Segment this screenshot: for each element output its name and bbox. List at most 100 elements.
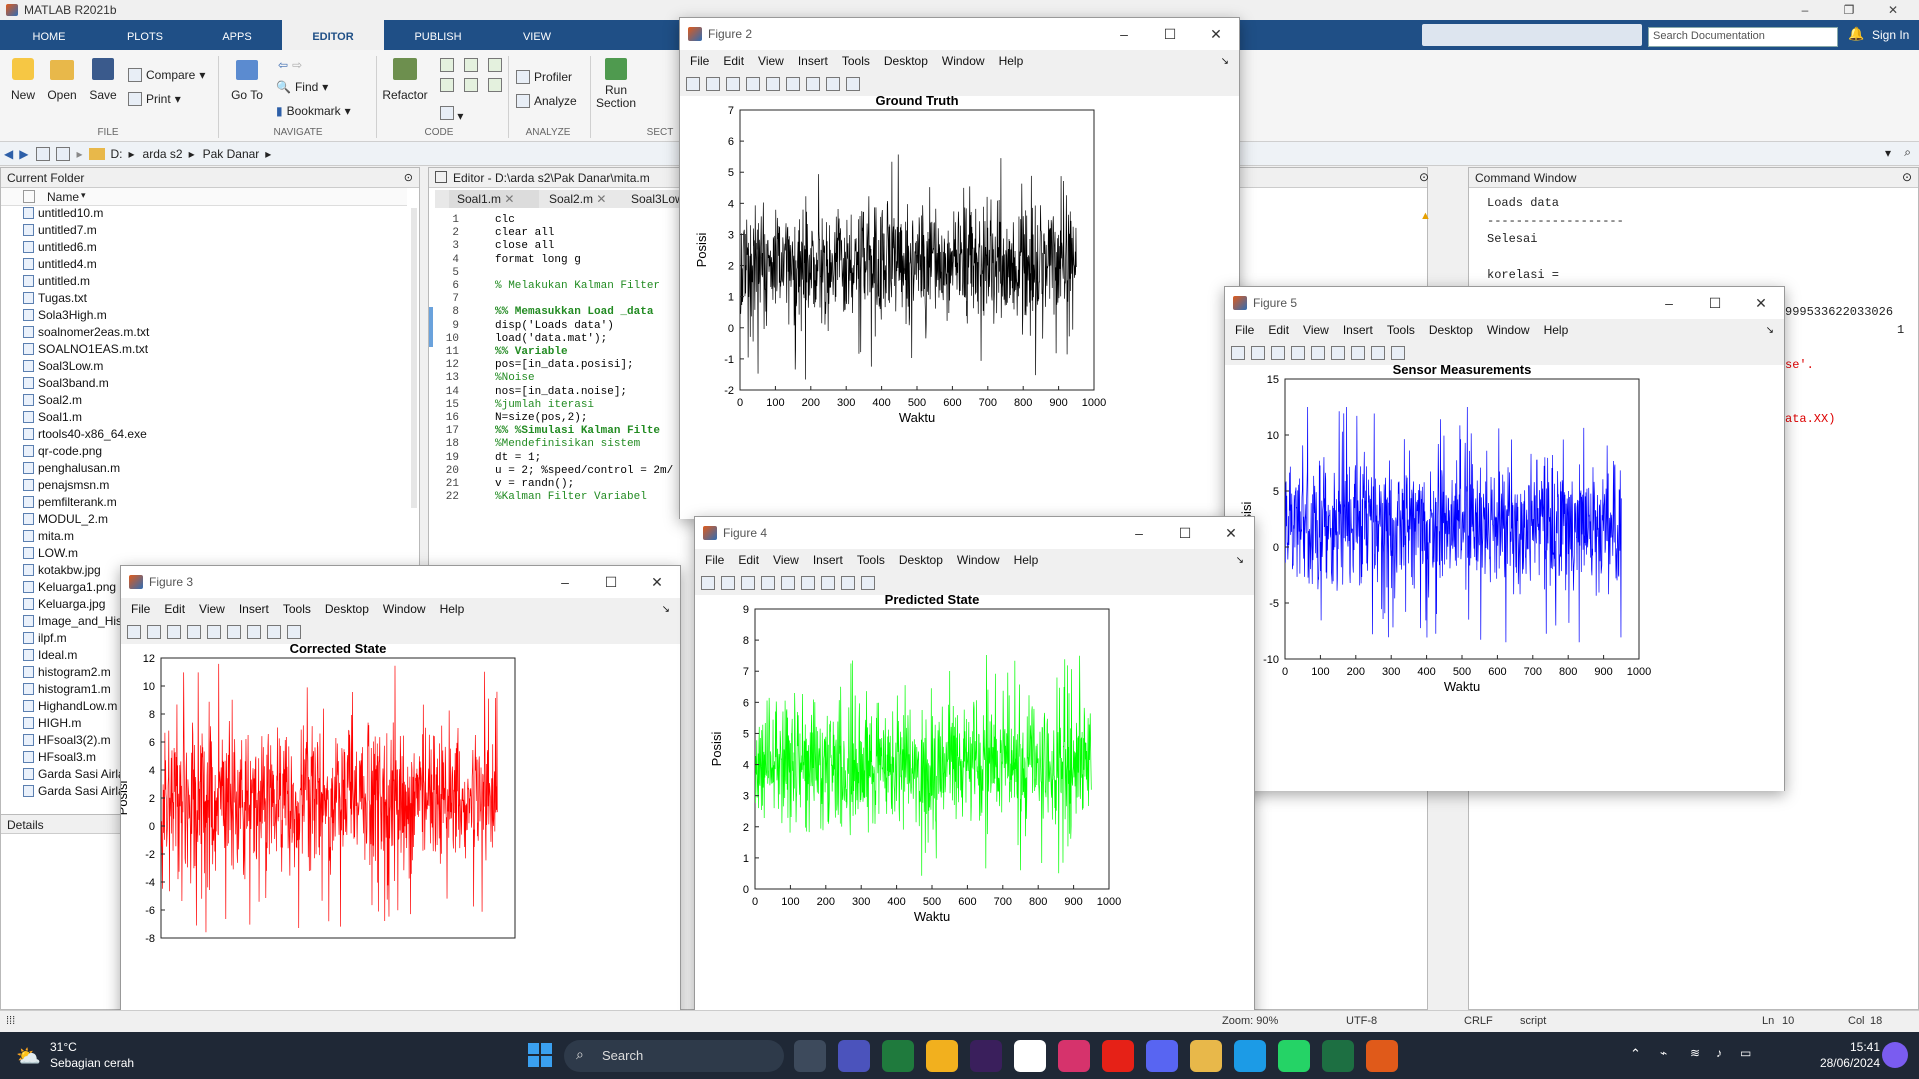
figure-menu-item[interactable]: Edit: [1268, 323, 1289, 337]
new-figure-icon[interactable]: [686, 77, 700, 91]
copilot-icon[interactable]: [1882, 1042, 1908, 1068]
code-line[interactable]: clear all: [495, 227, 554, 239]
code-line[interactable]: format long g: [495, 254, 581, 266]
teams-icon[interactable]: [838, 1040, 870, 1072]
figure-menu-item[interactable]: Insert: [813, 553, 843, 567]
figure-menu-item[interactable]: Desktop: [325, 602, 369, 616]
figure-menu-item[interactable]: View: [1303, 323, 1329, 337]
link-icon[interactable]: [1311, 346, 1325, 360]
matlab-taskbar-icon[interactable]: [1366, 1040, 1398, 1072]
open-icon[interactable]: [1251, 346, 1265, 360]
legend-icon[interactable]: [247, 625, 261, 639]
battery-icon[interactable]: ▭: [1740, 1046, 1751, 1060]
youtube-icon[interactable]: [1102, 1040, 1134, 1072]
figure-menu-item[interactable]: Desktop: [899, 553, 943, 567]
figure-menu-item[interactable]: File: [690, 54, 709, 68]
indent-icon[interactable]: [464, 58, 478, 72]
file-list-item[interactable]: Image_and_His: [23, 614, 122, 628]
save-button[interactable]: Save: [86, 58, 120, 102]
print-icon[interactable]: [761, 576, 775, 590]
code-line[interactable]: dt = 1;: [495, 452, 541, 464]
open-icon[interactable]: [721, 576, 735, 590]
maximize-icon[interactable]: ☐: [588, 566, 634, 598]
minimize-icon[interactable]: –: [1116, 517, 1162, 549]
figure-menu-item[interactable]: Desktop: [884, 54, 928, 68]
editor-tab[interactable]: Soal1.m ✕: [449, 190, 539, 208]
quick-access-toolbar[interactable]: [1422, 24, 1642, 46]
figure-menu-item[interactable]: Help: [440, 602, 465, 616]
code-line[interactable]: load('data.mat');: [495, 333, 607, 345]
code-line[interactable]: close all: [495, 240, 554, 252]
excel-icon[interactable]: [1322, 1040, 1354, 1072]
code-line[interactable]: nos=[in_data.noise];: [495, 386, 627, 398]
file-list-item[interactable]: penajsmsn.m: [23, 478, 109, 492]
legend-icon[interactable]: [821, 576, 835, 590]
panel-menu-icon[interactable]: ⊙: [1902, 170, 1912, 184]
figure-menu-item[interactable]: Tools: [842, 54, 870, 68]
close-icon[interactable]: ✕: [1193, 18, 1239, 50]
colorbar-icon[interactable]: [801, 576, 815, 590]
file-explorer-icon[interactable]: [926, 1040, 958, 1072]
property-icon[interactable]: [846, 77, 860, 91]
property-icon[interactable]: [1391, 346, 1405, 360]
link-icon[interactable]: [766, 77, 780, 91]
figure-menu-item[interactable]: View: [773, 553, 799, 567]
print-icon[interactable]: [187, 625, 201, 639]
profiler-button[interactable]: Profiler: [516, 70, 572, 84]
new-figure-icon[interactable]: [127, 625, 141, 639]
path-segment[interactable]: arda s2: [143, 147, 183, 161]
path-drive[interactable]: D:: [111, 147, 123, 161]
wrap-icon[interactable]: [488, 58, 502, 72]
edge-icon[interactable]: [1234, 1040, 1266, 1072]
goto-button[interactable]: Go To: [226, 58, 268, 102]
panel-menu-icon[interactable]: ⊙: [404, 171, 413, 184]
colorbar-icon[interactable]: [227, 625, 241, 639]
save-icon[interactable]: [167, 625, 181, 639]
figure-menu-item[interactable]: Window: [942, 54, 985, 68]
close-icon[interactable]: ✕: [1876, 0, 1910, 20]
chrome-icon[interactable]: [1190, 1040, 1222, 1072]
code-line[interactable]: %% Memasukkan Load _data: [495, 306, 653, 318]
file-list-item[interactable]: Soal1.m: [23, 410, 82, 424]
minimize-icon[interactable]: –: [1646, 287, 1692, 319]
restore-icon[interactable]: ❐: [1832, 0, 1866, 20]
file-list-item[interactable]: Soal3band.m: [23, 376, 109, 390]
tab-publish[interactable]: PUBLISH: [384, 20, 492, 50]
file-list-item[interactable]: LOW.m: [23, 546, 78, 560]
file-list-item[interactable]: histogram1.m: [23, 682, 111, 696]
back-icon[interactable]: ◀: [4, 147, 13, 161]
code-line[interactable]: %Mendefinisikan sistem: [495, 438, 640, 450]
discord-icon[interactable]: [1146, 1040, 1178, 1072]
code-line[interactable]: %Noise: [495, 372, 535, 384]
print-button[interactable]: Print ▾: [128, 92, 181, 106]
code-line[interactable]: pos=[in_data.posisi];: [495, 359, 634, 371]
colorbar-icon[interactable]: [1331, 346, 1345, 360]
pointer-icon[interactable]: [267, 625, 281, 639]
file-list-item[interactable]: HighandLow.m: [23, 699, 117, 713]
pointer-icon[interactable]: [841, 576, 855, 590]
link-icon[interactable]: [207, 625, 221, 639]
close-icon[interactable]: ✕: [634, 566, 680, 598]
bell-icon[interactable]: 🔔: [1848, 26, 1864, 42]
file-list-item[interactable]: ilpf.m: [23, 631, 67, 645]
new-figure-icon[interactable]: [1231, 346, 1245, 360]
chevron-up-icon[interactable]: ⌃: [1630, 1046, 1641, 1062]
figure-menu-item[interactable]: Insert: [798, 54, 828, 68]
new-button[interactable]: New: [6, 58, 40, 102]
file-list-item[interactable]: untitled4.m: [23, 257, 97, 271]
browse-folder-icon[interactable]: [56, 146, 71, 161]
open-button[interactable]: Open: [44, 58, 80, 102]
chevron-down-icon[interactable]: ▾: [1885, 146, 1891, 160]
tab-view[interactable]: VIEW: [492, 20, 582, 50]
column-name-header[interactable]: Name: [47, 190, 79, 204]
weather-icon[interactable]: ⛅: [16, 1044, 41, 1069]
smart-indent-icon[interactable]: [488, 78, 502, 92]
fx-dropdown[interactable]: ▾: [440, 106, 470, 124]
figure-menu-item[interactable]: Tools: [857, 553, 885, 567]
property-icon[interactable]: [287, 625, 301, 639]
outdent-icon[interactable]: [464, 78, 478, 92]
compare-button[interactable]: Compare ▾: [128, 68, 205, 82]
file-list-item[interactable]: pemfilterank.m: [23, 495, 117, 509]
figure-menu-item[interactable]: View: [758, 54, 784, 68]
tab-home[interactable]: HOME: [0, 20, 98, 50]
